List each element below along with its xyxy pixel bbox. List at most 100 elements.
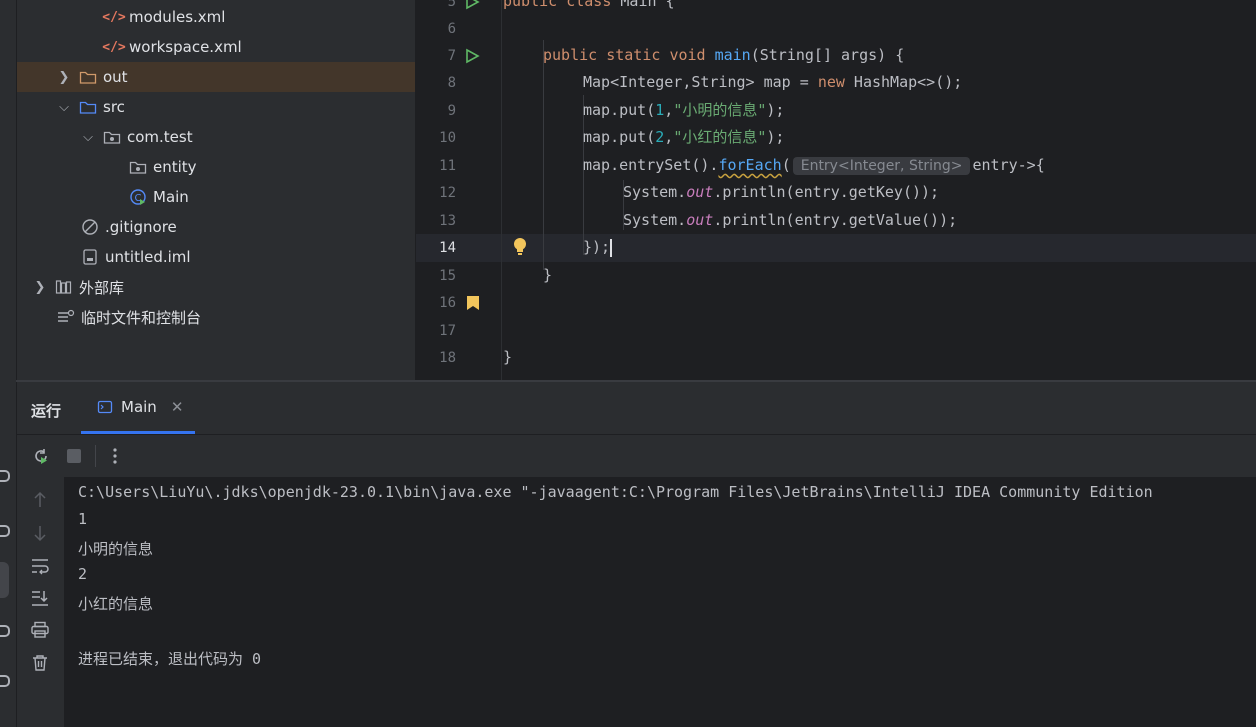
rerun-icon bbox=[35, 449, 47, 464]
line-number: 8 bbox=[447, 75, 456, 91]
line-number: 15 bbox=[439, 268, 456, 284]
line-number: 13 bbox=[439, 213, 456, 229]
soft-wrap-icon bbox=[32, 559, 49, 575]
scroll-down-button[interactable] bbox=[30, 523, 50, 543]
line-number: 11 bbox=[439, 158, 456, 174]
code-line-18: } bbox=[503, 348, 513, 366]
chevron-down-icon[interactable]: ⌵ bbox=[81, 130, 95, 145]
tree-item-label: Main bbox=[153, 188, 189, 206]
parameter-type-hint: Entry<Integer, String> bbox=[792, 157, 971, 175]
tree-item-label: workspace.xml bbox=[129, 38, 242, 56]
code-line-13: System.out.println(entry.getValue()); bbox=[623, 211, 958, 229]
tree-item-label: 临时文件和控制台 bbox=[81, 308, 202, 327]
tree-item-gitignore[interactable]: .gitignore bbox=[17, 212, 415, 242]
tree-item-out[interactable]: ❯ out bbox=[17, 62, 415, 92]
tool-strip-active[interactable] bbox=[0, 562, 9, 598]
code-line-9: map.put(1,"小明的信息"); bbox=[583, 101, 785, 119]
tree-item-com-test[interactable]: ⌵ com.test bbox=[17, 122, 415, 152]
run-tab-label: Main bbox=[121, 397, 157, 416]
print-button[interactable] bbox=[30, 620, 50, 640]
run-class-icon[interactable] bbox=[464, 0, 480, 10]
tree-item-label: entity bbox=[153, 158, 197, 176]
code-line-5: public class Main { bbox=[503, 0, 675, 10]
module-file-icon bbox=[81, 248, 99, 266]
package-icon bbox=[129, 158, 147, 176]
tree-item-label: modules.xml bbox=[129, 8, 226, 26]
indent-guide bbox=[543, 40, 544, 270]
tree-item-label: com.test bbox=[127, 128, 193, 146]
more-options-button[interactable] bbox=[105, 446, 125, 466]
lightbulb-icon[interactable] bbox=[512, 237, 528, 257]
line-number: 14 bbox=[439, 240, 456, 256]
tree-item-label: 外部库 bbox=[79, 278, 125, 297]
scroll-to-end-icon bbox=[32, 591, 48, 606]
print-icon bbox=[31, 621, 49, 638]
line-number: 17 bbox=[439, 323, 456, 339]
text-caret bbox=[610, 238, 613, 257]
toolbar-separator bbox=[95, 445, 96, 467]
console-line: C:\Users\LiuYu\.jdks\openjdk-23.0.1\bin\… bbox=[78, 483, 1153, 501]
trash-icon bbox=[33, 655, 47, 671]
scroll-to-end-button[interactable] bbox=[30, 588, 50, 608]
project-tree-panel: </> modules.xml </> workspace.xml ❯ out … bbox=[17, 0, 416, 380]
tree-item-label: src bbox=[103, 98, 125, 116]
library-icon bbox=[55, 278, 73, 296]
line-number: 6 bbox=[447, 21, 456, 37]
clear-all-button[interactable] bbox=[30, 653, 50, 673]
code-line-10: map.put(2,"小红的信息"); bbox=[583, 128, 785, 146]
tool-strip-marker bbox=[0, 675, 10, 687]
gutter-separator bbox=[501, 0, 502, 380]
run-panel-title: 运行 bbox=[31, 402, 62, 420]
bookmark-icon[interactable] bbox=[466, 295, 480, 311]
code-line-11: map.entrySet().forEach(Entry<Integer, St… bbox=[583, 156, 1045, 175]
tree-item-src[interactable]: ⌵ src bbox=[17, 92, 415, 122]
code-line-12: System.out.println(entry.getKey()); bbox=[623, 183, 940, 201]
code-editor[interactable]: 5 6 7 8 9 10 11 12 13 14 15 16 17 18 pub… bbox=[416, 0, 1256, 380]
chevron-right-icon[interactable]: ❯ bbox=[57, 70, 71, 85]
left-tool-strip bbox=[0, 0, 17, 727]
tree-item-workspace-xml[interactable]: </> workspace.xml bbox=[17, 32, 415, 62]
tree-item-label: untitled.iml bbox=[105, 248, 191, 266]
line-number: 10 bbox=[439, 130, 456, 146]
tree-item-scratches[interactable]: 临时文件和控制台 bbox=[17, 302, 415, 332]
code-line-7: public static void main(String[] args) { bbox=[543, 46, 905, 64]
package-icon bbox=[103, 128, 121, 146]
java-class-icon: C bbox=[129, 188, 147, 206]
tree-item-modules-xml[interactable]: </> modules.xml bbox=[17, 2, 415, 32]
scratches-icon bbox=[57, 308, 75, 326]
line-number: 18 bbox=[439, 350, 456, 366]
line-number: 12 bbox=[439, 185, 456, 201]
code-line-15: } bbox=[543, 266, 553, 284]
code-line-14: }); bbox=[583, 238, 613, 257]
xml-file-icon: </> bbox=[102, 39, 126, 55]
stop-button[interactable] bbox=[64, 446, 84, 466]
code-line-8: Map<Integer,String> map = new HashMap<>(… bbox=[583, 73, 963, 91]
console-output[interactable]: C:\Users\LiuYu\.jdks\openjdk-23.0.1\bin\… bbox=[64, 477, 1256, 727]
run-tab-main[interactable]: Main ✕ bbox=[81, 382, 195, 434]
chevron-right-icon[interactable]: ❯ bbox=[33, 280, 47, 295]
tree-item-label: .gitignore bbox=[105, 218, 177, 236]
run-main-icon[interactable] bbox=[464, 48, 480, 64]
soft-wrap-button[interactable] bbox=[30, 556, 50, 576]
close-icon[interactable]: ✕ bbox=[171, 398, 184, 416]
tree-item-main[interactable]: C Main bbox=[17, 182, 415, 212]
console-line: 1 bbox=[78, 510, 88, 528]
line-number: 16 bbox=[439, 295, 456, 311]
line-number: 9 bbox=[447, 103, 456, 119]
arrow-up-icon bbox=[34, 491, 46, 507]
scroll-up-button[interactable] bbox=[30, 490, 50, 510]
line-number: 5 bbox=[447, 0, 456, 10]
rerun-button[interactable] bbox=[31, 446, 51, 466]
chevron-down-icon[interactable]: ⌵ bbox=[57, 100, 71, 115]
tree-item-untitled-iml[interactable]: untitled.iml bbox=[17, 242, 415, 272]
folder-icon bbox=[79, 68, 97, 86]
ignore-file-icon bbox=[81, 218, 99, 236]
arrow-down-icon bbox=[34, 526, 46, 542]
stop-icon bbox=[67, 449, 81, 463]
tree-item-entity[interactable]: entity bbox=[17, 152, 415, 182]
run-toolbar bbox=[17, 435, 1256, 477]
more-vertical-icon bbox=[113, 448, 117, 464]
tree-item-external-libraries[interactable]: ❯ 外部库 bbox=[17, 272, 415, 302]
run-panel-header: 运行 Main ✕ bbox=[17, 382, 1256, 435]
console-side-toolbar bbox=[17, 477, 64, 727]
